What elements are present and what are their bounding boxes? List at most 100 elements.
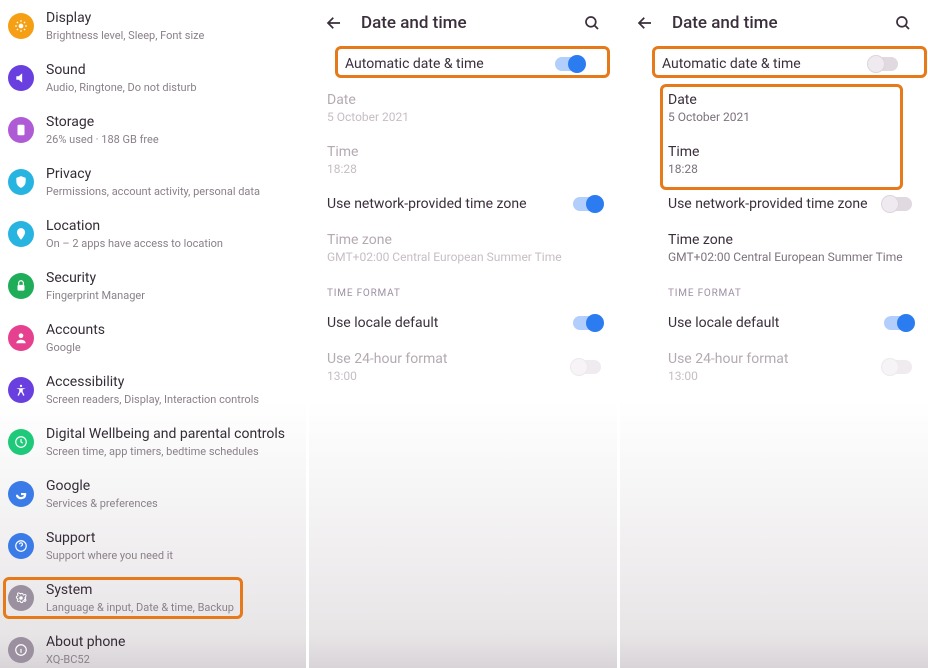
timezone-label: Time zone (327, 232, 599, 248)
time-label: Time (327, 144, 599, 160)
settings-item-storage[interactable]: Storage26% used · 188 GB free (0, 104, 306, 156)
settings-pane: Display Brightness level, Sleep, Font siz… (0, 0, 306, 668)
automatic-toggle[interactable] (555, 57, 583, 71)
date-time-pane-auto-off: Date and time Automatic date & time Date… (617, 0, 928, 668)
header: Date and time (309, 0, 617, 46)
settings-subtitle: XQ-BC52 (46, 653, 298, 666)
date-row[interactable]: Date 5 October 2021 (620, 82, 928, 134)
settings-item-google[interactable]: Google Services & preferences (0, 468, 306, 520)
page-title: Date and time (361, 13, 467, 33)
settings-subtitle: Support where you need it (46, 549, 298, 562)
network-timezone-toggle[interactable] (884, 197, 912, 211)
timezone-value: GMT+02:00 Central European Summer Time (327, 250, 599, 264)
settings-item-accessibility[interactable]: Accessibility Screen readers, Display, In… (0, 364, 306, 416)
settings-title: Privacy (46, 166, 298, 183)
time-value: 18:28 (668, 162, 910, 176)
settings-title: About phone (46, 634, 298, 651)
settings-icon (8, 585, 34, 611)
time-format-section: TIME FORMAT (620, 274, 928, 305)
settings-subtitle: On – 2 apps have access to location (46, 237, 298, 250)
settings-title: Accounts (46, 322, 298, 339)
settings-icon (8, 325, 34, 351)
settings-item-accounts[interactable]: Accounts Google (0, 312, 306, 364)
settings-icon (8, 377, 34, 403)
settings-icon (8, 429, 34, 455)
24h-label: Use 24-hour format (327, 351, 599, 367)
search-icon[interactable] (890, 10, 916, 36)
settings-title: Accessibility (46, 374, 298, 391)
settings-subtitle: Google (46, 341, 298, 354)
24h-toggle (884, 360, 912, 374)
settings-icon (8, 169, 34, 195)
locale-default-toggle[interactable] (573, 316, 601, 330)
automatic-date-time-row[interactable]: Automatic date & time (309, 46, 617, 82)
settings-title: Display (46, 10, 298, 27)
network-timezone-toggle[interactable] (573, 197, 601, 211)
settings-title: Google (46, 478, 298, 495)
24h-value: 13:00 (327, 369, 599, 383)
settings-subtitle: Audio, Ringtone, Do not disturb (46, 81, 298, 94)
settings-subtitle: Permissions, account activity, personal … (46, 185, 298, 198)
time-row: Time 18:28 (309, 134, 617, 186)
settings-item-sound[interactable]: Sound Audio, Ringtone, Do not disturb (0, 52, 306, 104)
settings-item-location[interactable]: Location On – 2 apps have access to locat… (0, 208, 306, 260)
automatic-date-time-row[interactable]: Automatic date & time (620, 46, 928, 82)
24h-value: 13:00 (668, 369, 910, 383)
locale-default-row[interactable]: Use locale default (620, 305, 928, 341)
settings-icon (8, 273, 34, 299)
settings-item-privacy[interactable]: Privacy Permissions, account activity, pe… (0, 156, 306, 208)
24h-row: Use 24-hour format 13:00 (309, 341, 617, 393)
settings-subtitle: Brightness level, Sleep, Font size (46, 29, 298, 42)
settings-subtitle: Screen readers, Display, Interaction con… (46, 393, 298, 406)
timezone-row[interactable]: Time zone GMT+02:00 Central European Sum… (620, 222, 928, 274)
settings-subtitle: 26% used · 188 GB free (46, 133, 298, 146)
time-value: 18:28 (327, 162, 599, 176)
settings-item-system[interactable]: System Language & input, Date & time, Bac… (0, 572, 306, 624)
network-timezone-label: Use network-provided time zone (668, 196, 910, 212)
settings-icon (8, 117, 34, 143)
date-label: Date (327, 92, 599, 108)
settings-title: System (46, 582, 298, 599)
page-title: Date and time (672, 13, 778, 33)
settings-item-security[interactable]: SecurityFingerprint Manager (0, 260, 306, 312)
date-row: Date 5 October 2021 (309, 82, 617, 134)
back-icon[interactable] (632, 10, 658, 36)
settings-title: Location (46, 218, 298, 235)
date-value: 5 October 2021 (668, 110, 910, 124)
locale-default-toggle[interactable] (884, 316, 912, 330)
settings-icon (8, 637, 34, 663)
settings-icon (8, 13, 34, 39)
automatic-label: Automatic date & time (662, 56, 892, 72)
timezone-label: Time zone (668, 232, 910, 248)
timezone-row: Time zone GMT+02:00 Central European Sum… (309, 222, 617, 274)
time-row[interactable]: Time 18:28 (620, 134, 928, 186)
settings-icon (8, 65, 34, 91)
settings-icon (8, 481, 34, 507)
settings-subtitle: Language & input, Date & time, Backup (46, 601, 298, 614)
date-time-pane-auto-on: Date and time Automatic date & time Date… (306, 0, 617, 668)
settings-title: Digital Wellbeing and parental controls (46, 426, 298, 443)
settings-item-digital-wellbeing-and-parental-controls[interactable]: Digital Wellbeing and parental controls S… (0, 416, 306, 468)
automatic-toggle[interactable] (870, 57, 898, 71)
settings-item-about-phone[interactable]: About phone XQ-BC52 (0, 624, 306, 668)
settings-item-support[interactable]: Support Support where you need it (0, 520, 306, 572)
network-timezone-row[interactable]: Use network-provided time zone (309, 186, 617, 222)
settings-title: Support (46, 530, 298, 547)
settings-subtitle: Services & preferences (46, 497, 298, 510)
back-icon[interactable] (321, 10, 347, 36)
locale-default-label: Use locale default (327, 315, 599, 331)
24h-toggle (573, 360, 601, 374)
settings-title: Security (46, 270, 298, 287)
network-timezone-row[interactable]: Use network-provided time zone (620, 186, 928, 222)
settings-subtitle: Screen time, app timers, bedtime schedul… (46, 445, 298, 458)
locale-default-row[interactable]: Use locale default (309, 305, 617, 341)
date-label: Date (668, 92, 910, 108)
24h-row: Use 24-hour format 13:00 (620, 341, 928, 393)
settings-title: Sound (46, 62, 298, 79)
network-timezone-label: Use network-provided time zone (327, 196, 599, 212)
date-value: 5 October 2021 (327, 110, 599, 124)
search-icon[interactable] (579, 10, 605, 36)
settings-item-display[interactable]: Display Brightness level, Sleep, Font siz… (0, 0, 306, 52)
settings-icon (8, 533, 34, 559)
header: Date and time (620, 0, 928, 46)
